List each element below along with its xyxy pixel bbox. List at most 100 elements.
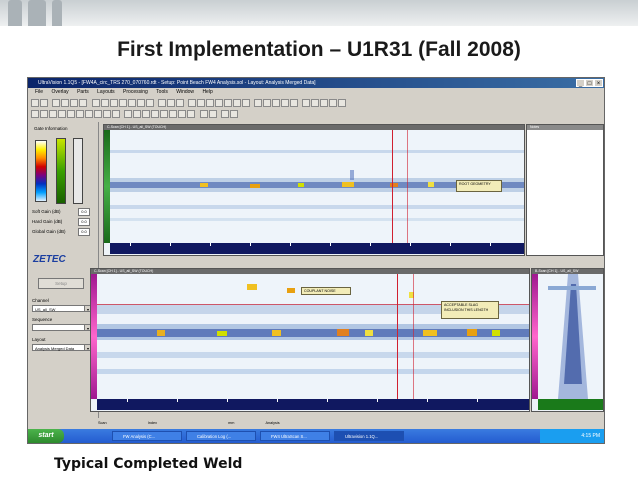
tool-icon[interactable] bbox=[49, 110, 57, 118]
taskbar-item[interactable]: FW Analysis (C... bbox=[112, 431, 182, 441]
global-gain-label: Global Gain (dB) bbox=[32, 229, 66, 234]
tool-icon[interactable] bbox=[67, 110, 75, 118]
scan-cursor-line[interactable] bbox=[392, 130, 393, 243]
tool-icon[interactable] bbox=[40, 110, 48, 118]
cooling-tower-graphic bbox=[8, 0, 22, 26]
tool-icon[interactable] bbox=[101, 99, 109, 107]
tool-icon[interactable] bbox=[178, 110, 186, 118]
tool-icon[interactable] bbox=[263, 99, 271, 107]
toolbar-main bbox=[28, 98, 604, 109]
open-file-icon[interactable] bbox=[31, 99, 39, 107]
scan-cursor-line[interactable] bbox=[407, 130, 408, 243]
tool-icon[interactable] bbox=[31, 110, 39, 118]
color-palette-bar bbox=[35, 140, 47, 202]
tool-icon[interactable] bbox=[112, 110, 120, 118]
tool-icon[interactable] bbox=[160, 110, 168, 118]
gain-slider[interactable] bbox=[56, 138, 66, 204]
tool-icon[interactable] bbox=[230, 110, 238, 118]
tool-icon[interactable] bbox=[206, 99, 214, 107]
taskbar-item[interactable]: Ultravision 1.1Q... bbox=[334, 431, 404, 441]
tool-icon[interactable] bbox=[119, 99, 127, 107]
hard-gain-field[interactable]: 0.0 bbox=[78, 218, 90, 226]
menu-overlay[interactable]: Overlay bbox=[51, 89, 68, 95]
tool-icon[interactable] bbox=[52, 99, 60, 107]
save-icon[interactable] bbox=[40, 99, 48, 107]
tool-icon[interactable] bbox=[158, 99, 166, 107]
tool-icon[interactable] bbox=[94, 110, 102, 118]
setup-button[interactable]: Setup bbox=[38, 278, 84, 289]
tool-icon[interactable] bbox=[320, 99, 328, 107]
tool-icon[interactable] bbox=[85, 110, 93, 118]
tool-icon[interactable] bbox=[70, 99, 78, 107]
tool-icon[interactable] bbox=[167, 99, 175, 107]
gain-slider[interactable] bbox=[73, 138, 83, 204]
top-cscan-view[interactable]: C-Scan [CH 1] - US_all_SW (TOUCH) ROOT G… bbox=[103, 124, 525, 256]
bottom-cscan-view[interactable]: C-Scan [CH 1] - US_all_SW (TOUCH) COUPLA… bbox=[90, 268, 530, 412]
left-control-panel: Gate Information Soft Gain (dB) 0.0 Hard… bbox=[28, 122, 99, 418]
windows-taskbar: start FW Analysis (C... Calibration Log … bbox=[28, 429, 604, 443]
tool-icon[interactable] bbox=[92, 99, 100, 107]
tool-icon[interactable] bbox=[76, 110, 84, 118]
tool-icon[interactable] bbox=[197, 99, 205, 107]
toolbar-secondary bbox=[28, 109, 604, 120]
tool-icon[interactable] bbox=[176, 99, 184, 107]
tool-icon[interactable] bbox=[233, 99, 241, 107]
maximize-button[interactable]: □ bbox=[585, 79, 594, 87]
tool-icon[interactable] bbox=[329, 99, 337, 107]
tool-icon[interactable] bbox=[133, 110, 141, 118]
slag-inclusion-callout: ACCEPTABLE SLAG INCLUSION THIS LENGTH bbox=[441, 301, 499, 319]
tool-icon[interactable] bbox=[137, 99, 145, 107]
minimize-button[interactable]: _ bbox=[576, 79, 585, 87]
taskbar-item[interactable]: Calibration Log (... bbox=[186, 431, 256, 441]
menu-layouts[interactable]: Layouts bbox=[97, 89, 115, 95]
tool-icon[interactable] bbox=[281, 99, 289, 107]
layout-select[interactable]: Analysis Merged Data ▾ bbox=[32, 344, 92, 351]
tool-icon[interactable] bbox=[128, 99, 136, 107]
tool-icon[interactable] bbox=[224, 99, 232, 107]
tool-icon[interactable] bbox=[151, 110, 159, 118]
tool-icon[interactable] bbox=[169, 110, 177, 118]
menu-help[interactable]: Help bbox=[202, 89, 212, 95]
bscan-view[interactable]: B-Scan [CH 1] - US_all_SW bbox=[531, 268, 604, 412]
menu-file[interactable]: File bbox=[35, 89, 43, 95]
tool-icon[interactable] bbox=[209, 110, 217, 118]
soft-gain-field[interactable]: 0.0 bbox=[78, 208, 90, 216]
tool-icon[interactable] bbox=[187, 110, 195, 118]
tool-icon[interactable] bbox=[103, 110, 111, 118]
notes-title: Notes bbox=[527, 125, 603, 130]
scan-cursor-line[interactable] bbox=[397, 274, 398, 399]
tool-icon[interactable] bbox=[58, 110, 66, 118]
tool-icon[interactable] bbox=[61, 99, 69, 107]
taskbar-item[interactable]: FW4 UltraScan S... bbox=[260, 431, 330, 441]
tool-icon[interactable] bbox=[272, 99, 280, 107]
menu-tools[interactable]: Tools bbox=[156, 89, 168, 95]
tool-icon[interactable] bbox=[254, 99, 262, 107]
global-gain-field[interactable]: 0.0 bbox=[78, 228, 90, 236]
tool-icon[interactable] bbox=[290, 99, 298, 107]
close-button[interactable]: × bbox=[594, 79, 603, 87]
menu-processing[interactable]: Processing bbox=[123, 89, 148, 95]
menu-parts[interactable]: Parts bbox=[77, 89, 89, 95]
tool-icon[interactable] bbox=[79, 99, 87, 107]
analysis-mode[interactable]: Analysis bbox=[265, 421, 279, 425]
tool-icon[interactable] bbox=[110, 99, 118, 107]
clock: 4:15 PM bbox=[581, 433, 600, 439]
channel-select[interactable]: US_all_SW ▾ bbox=[32, 305, 92, 312]
start-button[interactable]: start bbox=[28, 429, 64, 443]
tool-icon[interactable] bbox=[124, 110, 132, 118]
tool-icon[interactable] bbox=[338, 99, 346, 107]
ultravision-window: UltraVision 1.1Q5 - [FW4A_circ_TRS 270_0… bbox=[27, 77, 605, 444]
tool-icon[interactable] bbox=[142, 110, 150, 118]
tool-icon[interactable] bbox=[242, 99, 250, 107]
tool-icon[interactable] bbox=[188, 99, 196, 107]
tool-icon[interactable] bbox=[146, 99, 154, 107]
tool-icon[interactable] bbox=[221, 110, 229, 118]
menu-window[interactable]: Window bbox=[176, 89, 194, 95]
tool-icon[interactable] bbox=[302, 99, 310, 107]
scan-label: Scan bbox=[98, 421, 107, 425]
scan-cursor-line[interactable] bbox=[413, 274, 414, 399]
tool-icon[interactable] bbox=[311, 99, 319, 107]
tool-icon[interactable] bbox=[200, 110, 208, 118]
tool-icon[interactable] bbox=[215, 99, 223, 107]
sequence-select[interactable]: ▾ bbox=[32, 324, 92, 331]
